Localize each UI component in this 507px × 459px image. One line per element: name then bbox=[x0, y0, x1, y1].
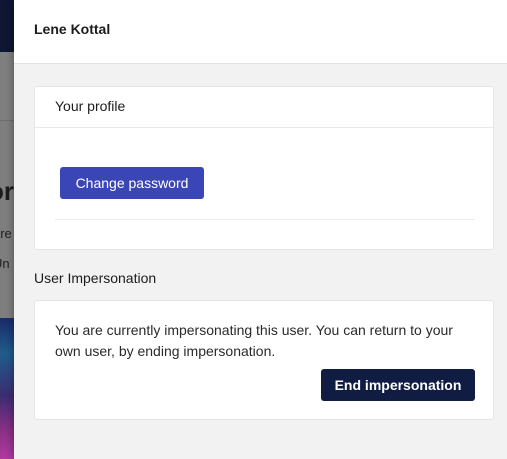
change-password-button[interactable]: Change password bbox=[60, 167, 204, 199]
divider bbox=[55, 219, 475, 220]
background-text-line: Un bbox=[0, 256, 10, 271]
background-page: or ere Un bbox=[0, 0, 14, 459]
profile-card-title: Your profile bbox=[35, 87, 493, 128]
panel-header: Lene Kottal bbox=[14, 0, 507, 64]
impersonation-card: You are currently impersonating this use… bbox=[34, 300, 494, 420]
background-content bbox=[0, 120, 14, 319]
user-side-panel: Lene Kottal Your profile Change password… bbox=[14, 0, 507, 459]
panel-title: Lene Kottal bbox=[34, 21, 111, 37]
background-header bbox=[0, 0, 14, 52]
background-image bbox=[0, 318, 14, 459]
impersonation-message: You are currently impersonating this use… bbox=[55, 322, 453, 359]
profile-card: Your profile Change password bbox=[34, 86, 494, 250]
background-banner bbox=[0, 52, 14, 120]
background-text-line: ere bbox=[0, 226, 12, 241]
impersonation-section-title: User Impersonation bbox=[34, 270, 157, 286]
end-impersonation-button[interactable]: End impersonation bbox=[321, 369, 475, 401]
background-heading: or bbox=[0, 176, 14, 206]
